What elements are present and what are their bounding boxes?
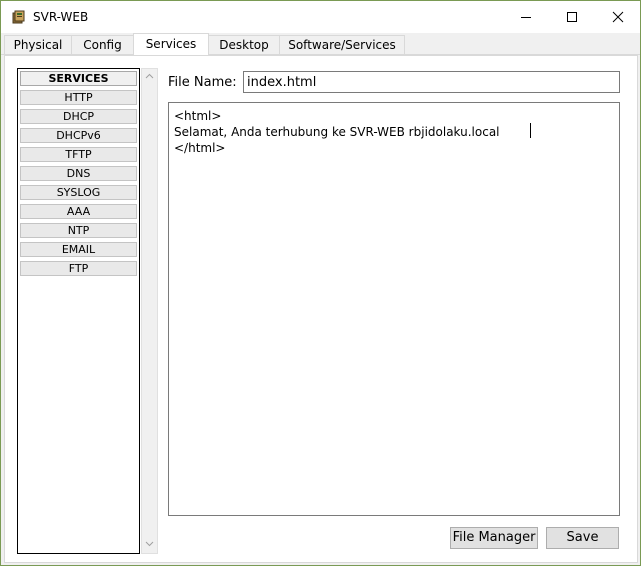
file-content-editor[interactable]: <html> Selamat, Anda terhubung ke SVR-WE… — [168, 102, 620, 516]
service-item-dhcp[interactable]: DHCP — [20, 109, 137, 124]
minimize-button[interactable] — [503, 1, 549, 33]
save-button[interactable]: Save — [546, 527, 619, 549]
close-icon — [612, 11, 624, 23]
server-app-icon — [11, 9, 27, 25]
tab-bar: Physical Config Services Desktop Softwar… — [1, 33, 640, 55]
service-item-syslog[interactable]: SYSLOG — [20, 185, 137, 200]
service-item-dns[interactable]: DNS — [20, 166, 137, 181]
minimize-icon — [521, 17, 531, 18]
text-caret — [530, 123, 531, 138]
editor-line: Selamat, Anda terhubung ke SVR-WEB rbjid… — [174, 125, 500, 139]
services-scrollbar[interactable] — [141, 68, 158, 554]
tab-physical[interactable]: Physical — [4, 35, 72, 54]
chevron-up-icon[interactable] — [145, 73, 154, 79]
title-bar[interactable]: SVR-WEB — [1, 1, 640, 33]
service-item-ntp[interactable]: NTP — [20, 223, 137, 238]
window-title: SVR-WEB — [33, 10, 89, 24]
chevron-down-icon[interactable] — [145, 541, 154, 547]
service-item-tftp[interactable]: TFTP — [20, 147, 137, 162]
tab-services[interactable]: Services — [133, 33, 209, 55]
services-list: SERVICES HTTP DHCP DHCPv6 TFTP DNS SYSLO… — [17, 68, 140, 554]
close-button[interactable] — [595, 1, 641, 33]
editor-line: <html> — [174, 109, 222, 123]
services-panel: SERVICES HTTP DHCP DHCPv6 TFTP DNS SYSLO… — [4, 55, 638, 563]
service-item-dhcpv6[interactable]: DHCPv6 — [20, 128, 137, 143]
file-name-input[interactable] — [243, 71, 620, 93]
editor-line: </html> — [174, 141, 226, 155]
maximize-icon — [567, 12, 577, 22]
services-list-header: SERVICES — [20, 71, 137, 86]
service-item-email[interactable]: EMAIL — [20, 242, 137, 257]
server-window: SVR-WEB Physical Config Services Desktop… — [0, 0, 641, 566]
tab-software-services[interactable]: Software/Services — [279, 35, 405, 54]
service-item-aaa[interactable]: AAA — [20, 204, 137, 219]
service-item-http[interactable]: HTTP — [20, 90, 137, 105]
maximize-button[interactable] — [549, 1, 595, 33]
file-name-label: File Name: — [168, 75, 237, 90]
service-item-ftp[interactable]: FTP — [20, 261, 137, 276]
tab-desktop[interactable]: Desktop — [208, 35, 280, 54]
file-manager-button[interactable]: File Manager — [450, 527, 538, 549]
tab-config[interactable]: Config — [71, 35, 134, 54]
